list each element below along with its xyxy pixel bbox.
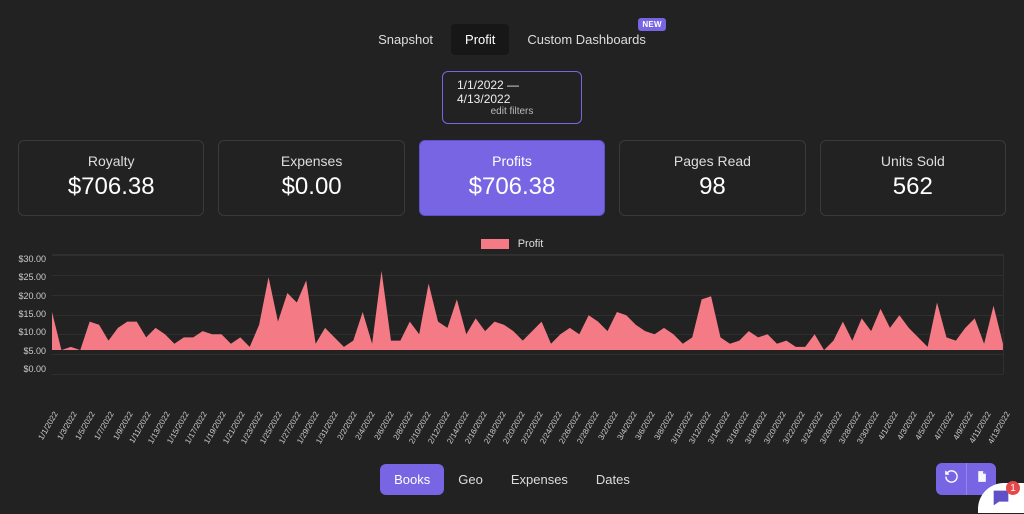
stat-cards-row: Royalty $706.38 Expenses $0.00 Profits $… bbox=[0, 140, 1024, 216]
tab-books[interactable]: Books bbox=[380, 464, 444, 495]
x-axis-labels: 1/1/20221/3/20221/5/20221/7/20221/9/2022… bbox=[52, 376, 1004, 416]
profit-chart: $30.00 $25.00 $20.00 $15.00 $10.00 $5.00 $0.00… bbox=[16, 254, 1008, 414]
card-expenses[interactable]: Expenses $0.00 bbox=[218, 140, 404, 216]
undo-icon bbox=[944, 469, 959, 489]
chart-wrap: Profit $30.00 $25.00 $20.00 $15.00 $10.00 $5.… bbox=[0, 238, 1024, 414]
tab-snapshot[interactable]: Snapshot bbox=[364, 24, 447, 55]
top-tabs: Snapshot Profit Custom Dashboards NEW bbox=[0, 0, 1024, 71]
y-tick: $20.00 bbox=[16, 291, 46, 301]
tab-label: Custom Dashboards bbox=[527, 32, 646, 47]
legend-swatch bbox=[481, 239, 509, 249]
card-profits[interactable]: Profits $706.38 bbox=[419, 140, 605, 216]
y-tick: $15.00 bbox=[16, 309, 46, 319]
date-range-filter[interactable]: 1/1/2022 — 4/13/2022 edit filters bbox=[442, 71, 582, 124]
file-icon bbox=[975, 469, 988, 489]
card-value: $0.00 bbox=[227, 173, 395, 201]
tab-label: Snapshot bbox=[378, 32, 433, 47]
chart-legend: Profit bbox=[16, 238, 1008, 250]
card-label: Royalty bbox=[27, 153, 195, 169]
bottom-tabs: Books Geo Expenses Dates bbox=[380, 464, 644, 495]
card-label: Units Sold bbox=[829, 153, 997, 169]
tab-profit[interactable]: Profit bbox=[451, 24, 509, 55]
y-tick: $30.00 bbox=[16, 254, 46, 264]
tab-label: Profit bbox=[465, 32, 495, 47]
tab-label: Books bbox=[394, 472, 430, 487]
card-value: $706.38 bbox=[428, 173, 596, 201]
edit-filters-label: edit filters bbox=[491, 106, 534, 117]
tab-label: Dates bbox=[596, 472, 630, 487]
y-tick: $0.00 bbox=[16, 364, 46, 374]
card-label: Expenses bbox=[227, 153, 395, 169]
card-value: $706.38 bbox=[27, 173, 195, 201]
tab-geo[interactable]: Geo bbox=[444, 464, 497, 495]
y-tick: $10.00 bbox=[16, 327, 46, 337]
new-badge: NEW bbox=[638, 18, 666, 31]
date-range-text: 1/1/2022 — 4/13/2022 bbox=[457, 78, 567, 106]
reset-button[interactable] bbox=[936, 463, 966, 495]
y-tick: $25.00 bbox=[16, 272, 46, 282]
card-label: Profits bbox=[428, 153, 596, 169]
tab-custom-dashboards[interactable]: Custom Dashboards NEW bbox=[513, 24, 660, 55]
card-label: Pages Read bbox=[628, 153, 796, 169]
card-units-sold[interactable]: Units Sold 562 bbox=[820, 140, 1006, 216]
y-axis-labels: $30.00 $25.00 $20.00 $15.00 $10.00 $5.00 $0.00 bbox=[16, 254, 46, 374]
tab-dates[interactable]: Dates bbox=[582, 464, 644, 495]
tab-label: Expenses bbox=[511, 472, 568, 487]
chat-unread-badge: 1 bbox=[1006, 481, 1020, 495]
bottom-tabs-row: Books Geo Expenses Dates bbox=[0, 464, 1024, 495]
card-value: 562 bbox=[829, 173, 997, 201]
card-pages-read[interactable]: Pages Read 98 bbox=[619, 140, 805, 216]
card-value: 98 bbox=[628, 173, 796, 201]
plot-area bbox=[52, 254, 1004, 374]
y-tick: $5.00 bbox=[16, 346, 46, 356]
tab-label: Geo bbox=[458, 472, 483, 487]
card-royalty[interactable]: Royalty $706.38 bbox=[18, 140, 204, 216]
legend-label: Profit bbox=[518, 238, 544, 250]
tab-expenses[interactable]: Expenses bbox=[497, 464, 582, 495]
